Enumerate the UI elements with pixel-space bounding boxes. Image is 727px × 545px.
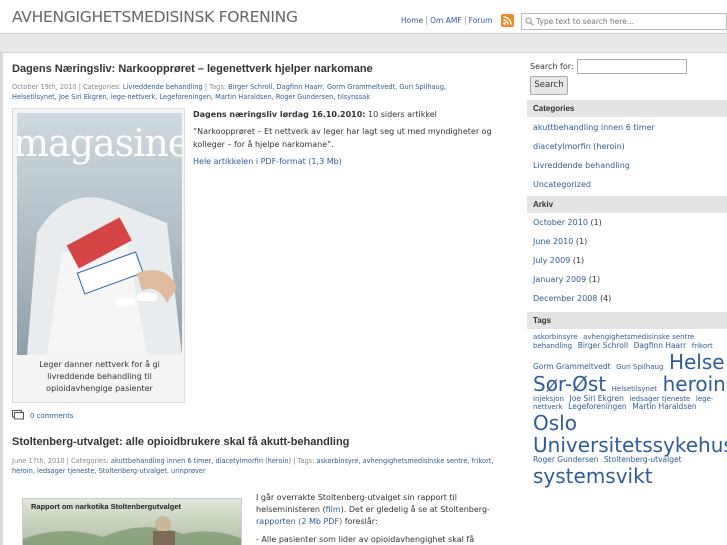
category-link[interactable]: Uncategorized (533, 180, 591, 189)
post-text: Dagens næringsliv lørdag 16.10.2010: 10 … (193, 108, 503, 172)
tag-link[interactable]: Birger Schroll (578, 341, 628, 350)
archive-item: October 2010 (1) (533, 213, 727, 232)
pdf-link[interactable]: Hele artikkelen i PDF-format (1,3 Mb) (193, 157, 342, 166)
archive-link[interactable]: January 2009 (533, 275, 586, 284)
post-quote: “Narkoopprøret – Et nettverk av leger ha… (193, 127, 492, 149)
archive-count: (1) (590, 218, 602, 227)
film-link[interactable]: film (326, 505, 341, 514)
archive-count: (1) (588, 275, 601, 284)
post-text-span: ). Det er gledelig å se at Stoltenberg- (340, 505, 490, 514)
post-paragraph: I går overrakte Stoltenberg-utvalget sin… (256, 492, 506, 528)
comments-area: 0 comments (12, 410, 74, 420)
sidebar-search-input[interactable] (576, 59, 687, 74)
tags-heading: Tags (527, 312, 727, 329)
categories-list: akuttbehandling innen 6 timer diacetylmo… (533, 118, 727, 194)
tag-cloud: askorbinsyre avhengighetsmedisinske sent… (533, 333, 727, 545)
nav-forum[interactable]: Forum (466, 16, 496, 25)
site-header: AVHENGIGHETSMEDISINSK FORENING Home Om A… (0, 0, 727, 34)
post-title[interactable]: Stoltenberg-utvalget: alle opioidbrukere… (12, 436, 510, 448)
post-date: June 17th, 2010 | Categories: (12, 457, 109, 465)
tags-label: | Tags: (204, 83, 226, 91)
post-title[interactable]: Dagens Næringsliv: Narkoopprøret – legen… (12, 63, 510, 75)
site-title[interactable]: AVHENGIGHETSMEDISINSK FORENING (12, 8, 298, 26)
tag-link[interactable]: behandling (533, 342, 572, 350)
rss-icon[interactable] (501, 14, 514, 27)
post-figure: magasinet Leger danner nettverk for å gi… (12, 108, 185, 403)
nav-om-amf[interactable]: Om AMF (427, 16, 465, 25)
archive-count: (1) (575, 237, 588, 246)
figure-caption: Leger danner nettverk for å gi livredden… (39, 360, 160, 393)
post-lead-rest: 10 siders artikkel (365, 110, 437, 119)
archive-item: June 2010 (1) (533, 232, 727, 251)
archive-count: (4) (599, 294, 612, 303)
report-cover-image[interactable]: Rapport om narkotika Stoltenbergutvalget (22, 498, 242, 545)
category-link[interactable]: akuttbehandling innen 6 timer (533, 123, 655, 132)
left-border (0, 53, 3, 545)
tag-link[interactable]: Universitetssykehus (533, 433, 727, 457)
archive-count: (1) (572, 256, 585, 265)
search-button[interactable]: Search (530, 76, 568, 95)
tag-link[interactable]: Gorm Grammeltvedt (533, 362, 611, 371)
category-link[interactable]: diacetylmorfin (heroin) (533, 142, 625, 151)
tag-link[interactable]: Helse (669, 350, 725, 374)
report-pdf-link[interactable]: rapporten (2 Mb PDF) (256, 517, 342, 526)
category-link[interactable]: Livreddende behandling (533, 161, 630, 170)
archive-link[interactable]: July 2009 (533, 256, 570, 265)
sidebar-search: Search for: (530, 59, 687, 74)
top-nav: Home Om AMF Forum (398, 16, 495, 25)
archive-heading: Arkiv (527, 196, 727, 213)
post-categories[interactable]: akuttbehandling innen 6 timer, diacetylm… (111, 457, 291, 465)
magazine-cover-image[interactable]: magasinet (17, 113, 182, 355)
archive-item: January 2009 (1) (533, 270, 727, 289)
comment-icon (12, 410, 24, 420)
tag-link[interactable]: Legeforeningen (568, 402, 627, 411)
tag-link[interactable]: askorbinsyre (533, 333, 578, 341)
archive-link[interactable]: June 2010 (533, 237, 573, 246)
tag-link[interactable]: systemsvikt (533, 464, 653, 488)
tag-link[interactable]: injeksjon (533, 395, 564, 403)
tag-link[interactable]: Helsetilsynet (612, 385, 657, 393)
top-search-input[interactable] (536, 17, 721, 26)
tag-link[interactable]: Dagfinn Haarr (634, 341, 687, 350)
nav-home[interactable]: Home (398, 16, 426, 25)
tag-link[interactable]: avhengighetsmedisinske sentre (583, 333, 694, 341)
search-icon[interactable] (522, 14, 536, 29)
tag-link[interactable]: Guri Spilhaug (616, 363, 663, 371)
archive-item: July 2009 (1) (533, 251, 727, 270)
post-meta: October 19th, 2010 | Categories: Livredd… (12, 82, 482, 102)
tag-link[interactable]: Sør-Øst (533, 372, 606, 396)
tag-link[interactable]: Joe Siri Ekgren (570, 394, 624, 403)
categories-heading: Categories (527, 100, 727, 117)
archive-link[interactable]: December 2008 (533, 294, 597, 303)
toolbar-strip (0, 33, 727, 53)
post-meta: June 17th, 2010 | Categories: akuttbehan… (12, 456, 502, 476)
tag-link[interactable]: frikort (692, 342, 713, 350)
tags-label: | Tags: (293, 457, 315, 465)
comments-link[interactable]: 0 comments (30, 412, 74, 420)
post-text: I går overrakte Stoltenberg-utvalget sin… (256, 492, 506, 545)
post-paragraph: - Alle pasienter som lider av opioidavhe… (256, 535, 475, 544)
search-label: Search for: (530, 62, 574, 71)
top-search-box (521, 13, 727, 30)
tag-link[interactable]: heroin (663, 372, 726, 396)
archive-list: October 2010 (1) June 2010 (1) July 2009… (533, 213, 727, 308)
post-text-span: foreslår: (342, 517, 378, 526)
tag-link[interactable]: Roger Gundersen (533, 455, 598, 464)
post-paragraph: Dagens næringsliv lørdag 16.10.2010: 10 … (193, 108, 503, 121)
archive-item: December 2008 (4) (533, 289, 727, 308)
post-categories[interactable]: Livreddende behandling (123, 83, 203, 91)
tag-link[interactable]: Stoltenberg-utvalget (604, 455, 682, 464)
post-date: October 19th, 2010 | Categories: (12, 83, 121, 91)
tag-link[interactable]: Martin Haraldsen (632, 402, 696, 411)
post: Stoltenberg-utvalget: alle opioidbrukere… (12, 436, 510, 545)
tag-link[interactable]: ledsager tjeneste (629, 395, 690, 403)
tag-link[interactable]: Oslo (533, 411, 577, 435)
post-lead: Dagens næringsliv lørdag 16.10.2010: (193, 110, 366, 119)
archive-link[interactable]: October 2010 (533, 218, 588, 227)
